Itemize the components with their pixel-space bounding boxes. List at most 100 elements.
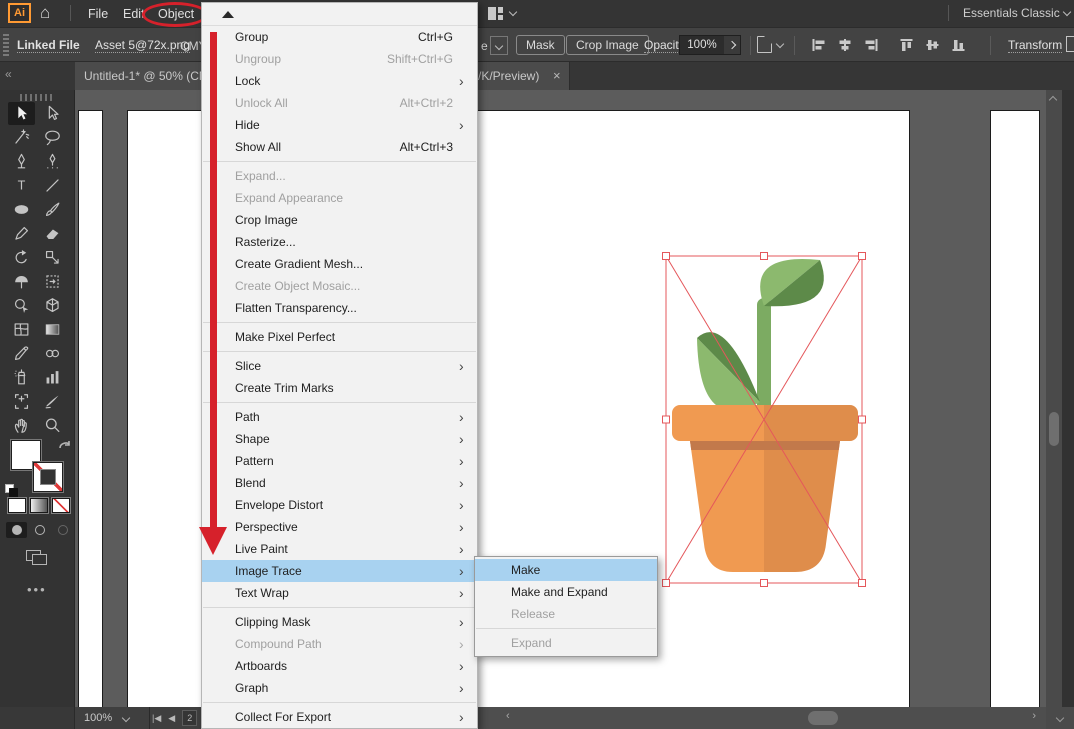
scroll-left-icon[interactable]: ‹ <box>506 710 510 722</box>
align-bottom-icon[interactable] <box>950 37 967 53</box>
menu-item-group[interactable]: GroupCtrl+G <box>202 26 477 48</box>
menu-item-graph[interactable]: Graph› <box>202 677 477 699</box>
eraser-tool-icon[interactable] <box>39 222 66 245</box>
paintbrush-tool-icon[interactable] <box>39 198 66 221</box>
line-segment-tool-icon[interactable] <box>39 174 66 197</box>
opacity-value[interactable]: 100% <box>680 36 724 54</box>
crop-image-button[interactable]: Crop Image <box>566 35 649 55</box>
mesh-tool-icon[interactable] <box>8 318 35 341</box>
pencil-tool-icon[interactable] <box>8 222 35 245</box>
previous-artboard-icon[interactable]: ◀ <box>168 713 175 724</box>
menu-item-live-paint[interactable]: Live Paint› <box>202 538 477 560</box>
free-transform-tool-icon[interactable] <box>39 270 66 293</box>
stroke-color-swatch[interactable] <box>33 462 63 492</box>
horizontal-scroll-thumb[interactable] <box>808 711 838 725</box>
eyedropper-tool-icon[interactable] <box>8 342 35 365</box>
mask-button[interactable]: Mask <box>516 35 565 55</box>
close-tab-icon[interactable]: × <box>553 68 561 83</box>
ellipse-tool-icon[interactable] <box>8 198 35 221</box>
control-bar-grip[interactable] <box>3 34 9 56</box>
arrange-icon[interactable] <box>1066 36 1074 52</box>
zoom-level[interactable]: 100% <box>75 712 121 724</box>
lasso-tool-icon[interactable] <box>39 126 66 149</box>
arrange-documents-chevron-icon[interactable] <box>509 8 517 16</box>
gradient-button[interactable] <box>30 498 48 513</box>
transform-link[interactable]: Transform <box>1008 38 1062 53</box>
column-graph-tool-icon[interactable] <box>39 366 66 389</box>
none-button[interactable] <box>52 498 70 513</box>
menu-item-clipping-mask[interactable]: Clipping Mask› <box>202 611 477 633</box>
menu-item-slice[interactable]: Slice› <box>202 355 477 377</box>
magic-wand-tool-icon[interactable] <box>8 126 35 149</box>
slice-tool-icon[interactable] <box>39 390 66 413</box>
menu-item-hide[interactable]: Hide› <box>202 114 477 136</box>
align-center-v-icon[interactable] <box>924 37 941 53</box>
menu-item-shape[interactable]: Shape› <box>202 428 477 450</box>
scroll-right-icon[interactable]: › <box>1032 710 1036 722</box>
change-screen-mode-icon[interactable] <box>26 550 48 566</box>
type-tool-icon[interactable]: T <box>8 174 35 197</box>
menu-item-create-trim-marks[interactable]: Create Trim Marks <box>202 377 477 399</box>
vertical-scroll-thumb[interactable] <box>1049 412 1059 446</box>
align-left-icon[interactable] <box>810 37 827 53</box>
menu-item-flatten-transparency[interactable]: Flatten Transparency... <box>202 297 477 319</box>
menu-item-path[interactable]: Path› <box>202 406 477 428</box>
menu-item-make-pixel-perfect[interactable]: Make Pixel Perfect <box>202 326 477 348</box>
collapse-panel-icon[interactable]: « <box>5 67 11 81</box>
workspace-chevron-icon[interactable] <box>1063 8 1071 16</box>
workspace-switcher[interactable]: Essentials Classic <box>963 6 1060 20</box>
pen-tool-icon[interactable] <box>8 150 35 173</box>
shape-builder-tool-icon[interactable] <box>8 294 35 317</box>
curvature-tool-icon[interactable] <box>39 150 66 173</box>
color-button[interactable] <box>8 498 26 513</box>
menu-item-crop-image[interactable]: Crop Image <box>202 209 477 231</box>
align-right-icon[interactable] <box>862 37 879 53</box>
document-setup-icon[interactable] <box>757 36 772 53</box>
asset-filename-link[interactable]: Asset 5@72x.png <box>95 38 190 53</box>
gradient-tool-icon[interactable] <box>39 318 66 341</box>
plant-artwork-selected[interactable] <box>657 250 867 590</box>
submenu-item-make[interactable]: Make <box>475 559 657 581</box>
draw-behind-mode[interactable] <box>29 522 50 538</box>
artboard-number[interactable]: 2 <box>182 710 197 726</box>
menu-item-perspective[interactable]: Perspective› <box>202 516 477 538</box>
vertical-scrollbar[interactable] <box>1046 90 1062 707</box>
first-artboard-icon[interactable]: |◀ <box>152 713 161 724</box>
menu-item-artboards[interactable]: Artboards› <box>202 655 477 677</box>
zoom-tool-icon[interactable] <box>39 414 66 437</box>
menu-item-image-trace[interactable]: Image Trace› <box>202 560 477 582</box>
scale-tool-icon[interactable] <box>39 246 66 269</box>
preset-dropdown[interactable] <box>490 36 508 55</box>
menu-item-create-gradient-mesh[interactable]: Create Gradient Mesh... <box>202 253 477 275</box>
artboard-1[interactable] <box>78 110 103 707</box>
draw-inside-mode[interactable] <box>52 522 73 538</box>
menu-scroll-up[interactable] <box>202 3 477 26</box>
scroll-up-icon[interactable] <box>1049 96 1057 104</box>
zoom-control[interactable]: 100% <box>75 707 150 729</box>
linked-file-label[interactable]: Linked File <box>17 38 80 53</box>
opacity-expand-button[interactable] <box>724 36 740 54</box>
home-icon[interactable]: ⌂ <box>40 4 50 22</box>
selection-tool-icon[interactable] <box>8 102 35 125</box>
menu-item-show-all[interactable]: Show AllAlt+Ctrl+3 <box>202 136 477 158</box>
horizontal-scrollbar[interactable]: ‹ › <box>478 707 1046 729</box>
menu-item-collect-for-export[interactable]: Collect For Export› <box>202 706 477 728</box>
submenu-item-make-and-expand[interactable]: Make and Expand <box>475 581 657 603</box>
rotate-tool-icon[interactable] <box>8 246 35 269</box>
menu-item-rasterize[interactable]: Rasterize... <box>202 231 477 253</box>
artboard-tool-icon[interactable] <box>8 390 35 413</box>
arrange-documents-icon[interactable] <box>488 7 503 20</box>
menu-item-blend[interactable]: Blend› <box>202 472 477 494</box>
menu-item-pattern[interactable]: Pattern› <box>202 450 477 472</box>
align-center-h-icon[interactable] <box>836 37 853 53</box>
perspective-grid-tool-icon[interactable] <box>39 294 66 317</box>
draw-normal-mode[interactable] <box>6 522 27 538</box>
symbol-sprayer-tool-icon[interactable] <box>8 366 35 389</box>
illustrator-logo-icon[interactable]: Ai <box>8 3 31 23</box>
scroll-corner[interactable] <box>1046 707 1074 729</box>
align-top-icon[interactable] <box>898 37 915 53</box>
blend-tool-icon[interactable] <box>39 342 66 365</box>
hand-tool-icon[interactable] <box>8 414 35 437</box>
menu-item-lock[interactable]: Lock› <box>202 70 477 92</box>
edit-toolbar-icon[interactable]: ••• <box>27 582 47 597</box>
